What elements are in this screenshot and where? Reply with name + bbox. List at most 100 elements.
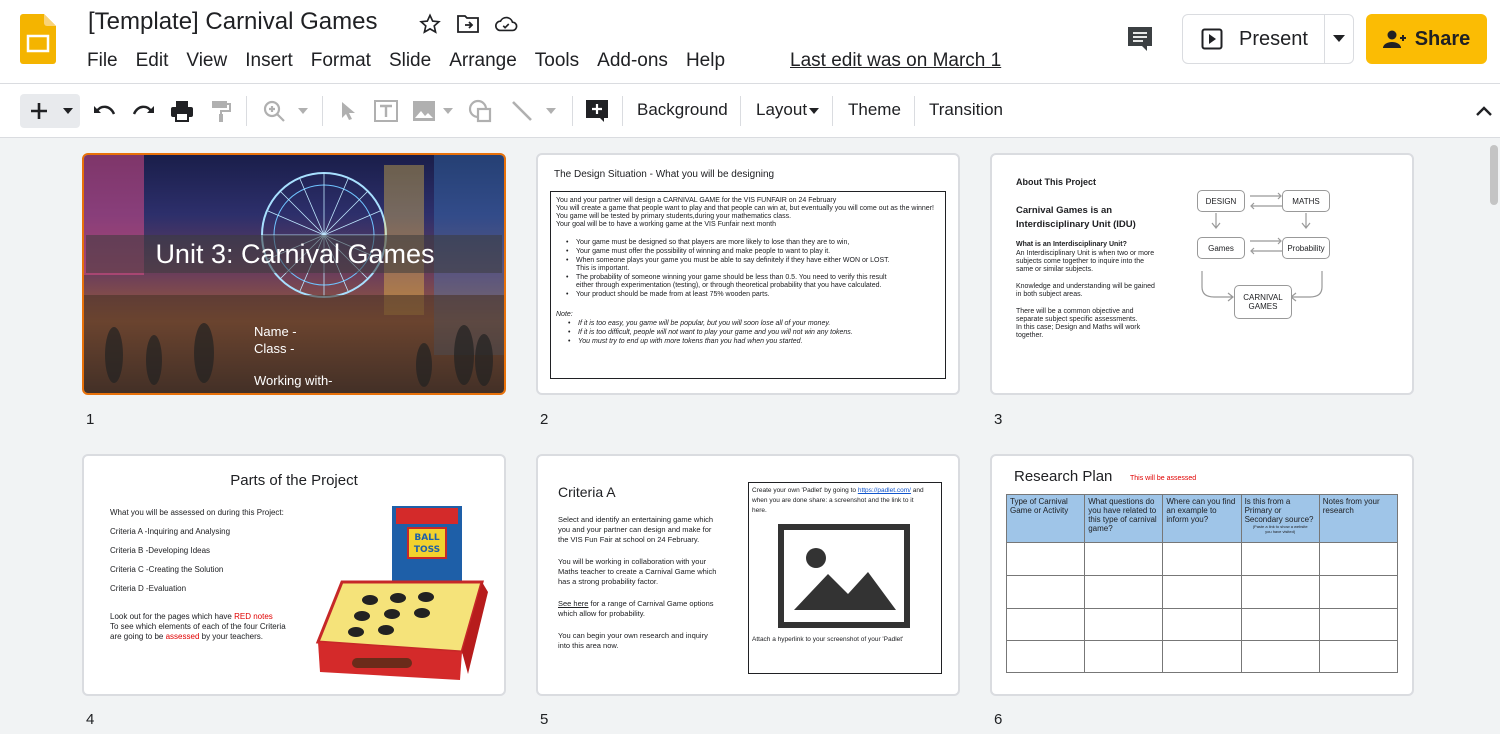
slide4-red-notes: RED notes <box>234 612 273 621</box>
slide4-lookout-3: are going to be assessed by your teacher… <box>110 632 263 641</box>
toolbar-separator <box>246 96 247 126</box>
slide5-title: Criteria A <box>558 484 616 500</box>
menu-edit[interactable]: Edit <box>127 48 178 74</box>
document-title[interactable]: [Template] Carnival Games <box>88 8 377 36</box>
redo-button[interactable] <box>130 98 158 124</box>
slide2-intro-4: Your goal will be to have a working game… <box>556 221 776 228</box>
slide-number: 6 <box>994 711 1003 728</box>
slide2-title: The Design Situation - What you will be … <box>554 169 775 180</box>
menu-format[interactable]: Format <box>302 48 380 74</box>
menu-help[interactable]: Help <box>677 48 734 74</box>
menu-insert[interactable]: Insert <box>236 48 302 74</box>
insert-image-button[interactable] <box>410 98 438 124</box>
move-folder-icon[interactable] <box>456 12 480 36</box>
comment-history-icon[interactable] <box>1126 25 1154 53</box>
slide-thumbnail-3[interactable]: About This Project Carnival Games is an … <box>990 153 1414 395</box>
undo-button[interactable] <box>90 98 118 124</box>
add-comment-icon <box>586 100 608 122</box>
slide5-see-here-link[interactable]: See here <box>558 599 588 608</box>
slides-logo-icon[interactable] <box>20 14 56 64</box>
toolbar-separator <box>740 96 741 126</box>
text-box-icon <box>374 100 398 122</box>
line-button[interactable] <box>508 98 536 124</box>
menu-file[interactable]: File <box>78 48 127 74</box>
print-button[interactable] <box>168 98 196 124</box>
present-options-button[interactable] <box>1325 15 1353 63</box>
image-options-button[interactable] <box>440 98 456 124</box>
slide5-text: You can begin your own research and inqu… <box>558 631 708 640</box>
diagram-carnival-games: CARNIVAL GAMES <box>1234 285 1292 319</box>
line-icon <box>512 101 532 121</box>
zoom-button[interactable] <box>260 98 288 124</box>
menu-slide[interactable]: Slide <box>380 48 440 74</box>
layout-button[interactable]: Layout <box>756 100 807 120</box>
collapse-toolbar-button[interactable] <box>1472 98 1496 124</box>
table-header-cell: Is this from a Primary or Secondary source… <box>1240 494 1320 543</box>
slide5-box-text: when you are done share: a screenshot an… <box>752 497 914 504</box>
cloud-saved-icon[interactable] <box>494 12 518 36</box>
toolbar: Background Layout Theme Transition <box>0 84 1500 138</box>
last-edit-link[interactable]: Last edit was on March 1 <box>790 50 1001 72</box>
table-header-cell: Notes from your research <box>1318 494 1399 543</box>
caret-down-icon <box>443 108 453 114</box>
shape-button[interactable] <box>466 98 494 124</box>
menu-bar: File Edit View Insert Format Slide Arran… <box>78 48 734 74</box>
theme-button[interactable]: Theme <box>848 100 901 120</box>
diagram-carnival-label: GAMES <box>1248 302 1278 311</box>
slide-number: 3 <box>994 411 1003 428</box>
slide5-box-text-part: and <box>910 487 924 494</box>
slide1-name: Name - <box>254 324 297 339</box>
background-button[interactable]: Background <box>637 100 728 120</box>
caret-down-icon <box>298 108 308 114</box>
slide5-text: Select and identify an entertaining game… <box>558 515 714 524</box>
slide2-bullet: either through experimentation (testing)… <box>576 282 882 289</box>
slide5-text: the VIS Fun Fair at school on 24 Februar… <box>558 535 700 544</box>
present-icon <box>1201 28 1223 50</box>
transition-button[interactable]: Transition <box>929 100 1003 120</box>
menu-tools[interactable]: Tools <box>526 48 588 74</box>
new-slide-layout-button[interactable] <box>58 98 78 124</box>
add-comment-button[interactable] <box>584 98 610 124</box>
slide-thumbnail-2[interactable]: The Design Situation - What you will be … <box>536 153 960 395</box>
line-options-button[interactable] <box>542 98 560 124</box>
print-icon <box>171 101 193 122</box>
slide-number: 5 <box>540 711 549 728</box>
slide5-text: for a range of Carnival Game options <box>588 599 714 608</box>
menu-view[interactable]: View <box>177 48 236 74</box>
toolbar-separator <box>622 96 623 126</box>
layout-caret[interactable] <box>808 98 820 124</box>
share-button[interactable]: Share <box>1366 14 1487 64</box>
slide-thumbnail-1[interactable]: Unit 3: Carnival Games Name - Class - Wo… <box>82 153 506 395</box>
table-header-cell: What questions do you have related to this… <box>1084 494 1164 543</box>
slide1-working: Working with- <box>254 373 333 388</box>
vertical-scrollbar[interactable] <box>1490 145 1498 205</box>
slide5-text: which allow for probability. <box>558 609 645 618</box>
slide5-attach-text: Attach a hyperlink to your screenshot of… <box>752 636 904 643</box>
new-slide-button[interactable] <box>26 98 52 124</box>
chevron-up-icon <box>1476 106 1492 116</box>
cursor-icon <box>342 102 355 120</box>
ball-toss-booth-image: BALL TOSS <box>315 506 488 680</box>
present-button[interactable]: Present <box>1183 15 1326 63</box>
slide-thumbnail-6[interactable]: Research Plan This will be assessed Type… <box>990 454 1414 696</box>
app-header: [Template] Carnival Games File Edit View… <box>0 0 1500 84</box>
slide4-criteria: Criteria A -Inquiring and Analysing <box>110 527 231 536</box>
slide5-box-text: here. <box>752 507 767 514</box>
slide-thumbnail-4[interactable]: Parts of the Project What you will be as… <box>82 454 506 696</box>
table-header-cell: Where can you find an example to inform yo… <box>1162 494 1242 543</box>
menu-arrange[interactable]: Arrange <box>440 48 526 74</box>
caret-down-icon <box>63 108 73 114</box>
slide4-lookout: Look out for the pages which have RED no… <box>110 612 273 621</box>
paint-format-button[interactable] <box>208 98 234 124</box>
text-box-button[interactable] <box>372 98 400 124</box>
slide-number: 2 <box>540 411 549 428</box>
menu-addons[interactable]: Add-ons <box>588 48 677 74</box>
padlet-link[interactable]: https://padlet.com/ <box>858 487 911 494</box>
select-button[interactable] <box>336 98 360 124</box>
slide1-title: Unit 3: Carnival Games <box>155 239 435 269</box>
star-icon[interactable] <box>418 12 442 36</box>
carnival-photo <box>84 155 504 393</box>
zoom-options-button[interactable] <box>294 98 312 124</box>
slide-thumbnail-5[interactable]: Criteria A Select and identify an entert… <box>536 454 960 696</box>
slide4-lookout-text: by your teachers. <box>199 632 263 641</box>
